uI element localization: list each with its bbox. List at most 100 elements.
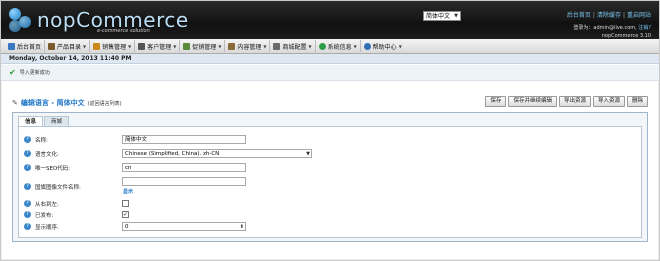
- help-icon[interactable]: ?: [24, 183, 31, 190]
- link-admin-home[interactable]: 后台首页: [567, 12, 591, 19]
- link-separator: |: [592, 12, 595, 19]
- chevron-down-icon: ▼: [218, 43, 222, 49]
- menu-item-label: 销售管理: [102, 43, 127, 51]
- sales-icon: [93, 42, 101, 50]
- logout-link[interactable]: 注销?: [638, 25, 651, 31]
- help-icon[interactable]: ?: [24, 150, 31, 157]
- field-label: 从右到左:: [35, 201, 59, 208]
- form-row-flag: ? 国旗图像文件名称:: [24, 181, 81, 192]
- success-notice: ✔ 导入更新成功: [1, 65, 659, 81]
- date-bar: Monday, October 14, 2013 11:40 PM: [1, 54, 659, 64]
- save-continue-button[interactable]: 保存并继续编辑: [508, 96, 557, 107]
- stepper-arrows-icon[interactable]: ⬍: [240, 223, 244, 231]
- help-icon[interactable]: ?: [24, 200, 31, 207]
- tab-info[interactable]: 信息: [18, 116, 44, 126]
- login-info: 登录为：admin@live.com, 注销?: [573, 25, 651, 31]
- field-label: 已发布:: [35, 212, 54, 219]
- import-resources-button[interactable]: 导入资源: [592, 96, 625, 107]
- language-select-value: 简体中文: [426, 13, 451, 20]
- menu-item-dashboard[interactable]: 后台首页: [5, 40, 46, 52]
- chevron-down-icon: ▼: [263, 43, 267, 49]
- menu-item-label: 后台首页: [17, 43, 42, 51]
- culture-select-value: Chinese (Simplified, China). zh-CN: [125, 151, 220, 157]
- field-label: 名称:: [35, 137, 48, 144]
- export-resources-button[interactable]: 导出资源: [558, 96, 591, 107]
- link-clear-cache[interactable]: 清除缓存: [597, 12, 621, 19]
- menu-item-customers[interactable]: 客户管理 ▼: [135, 40, 181, 52]
- chevron-down-icon: ▼: [306, 151, 310, 157]
- display-order-stepper[interactable]: 0 ⬍: [122, 222, 246, 231]
- tab-stores[interactable]: 商城: [44, 116, 70, 126]
- display-order-value: 0: [125, 224, 129, 230]
- edit-icon: ✎: [12, 99, 18, 107]
- tab-strip: 信息 商城: [18, 116, 70, 126]
- name-field[interactable]: 简体中文: [122, 135, 246, 144]
- menu-item-label: 商城配置: [282, 43, 307, 51]
- menu-item-label: 产品目录: [57, 43, 82, 51]
- content-icon: [228, 42, 236, 50]
- chevron-down-icon: ▼: [454, 13, 458, 19]
- header: nopCommerce e-commerce solution 简体中文 ▼ 后…: [1, 1, 659, 39]
- menu-item-help[interactable]: 帮助中心 ▼: [361, 40, 405, 52]
- published-checkbox[interactable]: ✓: [122, 211, 129, 218]
- show-flags-link[interactable]: 显示: [123, 188, 133, 195]
- form-row-name: ? 名称:: [24, 134, 48, 145]
- back-to-list-link[interactable]: (返回语言列表): [88, 100, 122, 107]
- chevron-down-icon: ▼: [353, 43, 357, 49]
- chevron-down-icon: ▼: [128, 43, 132, 49]
- logo-subtitle: e-commerce solution: [97, 28, 150, 34]
- menu-item-label: 内容管理: [237, 43, 262, 51]
- page-title-row: ✎ 编辑语言 - 简体中文 (返回语言列表) 保存 保存并继续编辑 导出资源 导…: [12, 96, 648, 110]
- chevron-down-icon: ▼: [398, 43, 402, 49]
- main-menu: 后台首页 产品目录 ▼ 销售管理 ▼ 客户管理 ▼ 促销管理 ▼ 内容管理 ▼ …: [1, 39, 659, 54]
- flag-filename-field[interactable]: [122, 177, 246, 186]
- help-icon: [363, 42, 371, 50]
- field-label: 国旗图像文件名称:: [35, 184, 81, 191]
- menu-item-configuration[interactable]: 商城配置 ▼: [270, 40, 316, 52]
- menu-item-catalog[interactable]: 产品目录 ▼: [45, 40, 91, 52]
- help-icon[interactable]: ?: [24, 223, 31, 230]
- customers-icon: [138, 42, 146, 50]
- seo-code-field[interactable]: cn: [122, 163, 246, 172]
- login-prefix: 登录为：: [573, 25, 594, 31]
- link-restart-site[interactable]: 重启网站: [627, 12, 651, 19]
- help-icon[interactable]: ?: [24, 164, 31, 171]
- rtl-checkbox[interactable]: [122, 200, 129, 207]
- link-separator: |: [622, 12, 625, 19]
- menu-item-label: 系统信息: [327, 43, 352, 51]
- help-icon[interactable]: ?: [24, 136, 31, 143]
- delete-button[interactable]: 删除: [626, 96, 648, 107]
- menu-item-label: 促销管理: [192, 43, 217, 51]
- config-icon: [273, 42, 281, 50]
- menu-item-system[interactable]: 系统信息 ▼: [316, 40, 361, 52]
- form-row-culture: ? 语言文化:: [24, 148, 59, 159]
- menu-item-label: 帮助中心: [372, 43, 397, 51]
- menu-item-sales[interactable]: 销售管理 ▼: [90, 40, 136, 52]
- language-select[interactable]: 简体中文 ▼: [423, 11, 461, 21]
- menu-item-promotions[interactable]: 促销管理 ▼: [180, 40, 226, 52]
- promotions-icon: [183, 42, 191, 50]
- page-title: 编辑语言 - 简体中文: [20, 99, 85, 107]
- form-row-rtl: ? 从右到左:: [24, 198, 59, 209]
- culture-select[interactable]: Chinese (Simplified, China). zh-CN ▼: [122, 149, 312, 158]
- tab-content: ? 名称: 简体中文 ? 语言文化: Chinese (Simplified, …: [18, 126, 642, 238]
- field-label: 显示顺序:: [35, 224, 59, 231]
- field-label: 语言文化:: [35, 151, 59, 158]
- chevron-down-icon: ▼: [308, 43, 312, 49]
- action-buttons: 保存 保存并继续编辑 导出资源 导入资源 删除: [485, 96, 648, 107]
- chevron-down-icon: ▼: [173, 43, 177, 49]
- top-links: 后台首页 | 清除缓存 | 重启网站: [565, 10, 651, 19]
- field-label: 唯一SEO代码:: [35, 165, 71, 172]
- save-button[interactable]: 保存: [485, 96, 507, 107]
- form-row-published: ? 已发布:: [24, 209, 53, 220]
- edit-panel: 信息 商城 ? 名称: 简体中文 ? 语言文化: Chinese (Simpli…: [12, 112, 648, 242]
- menu-item-content[interactable]: 内容管理 ▼: [225, 40, 271, 52]
- help-icon[interactable]: ?: [24, 211, 31, 218]
- catalog-icon: [48, 42, 56, 50]
- home-icon: [8, 42, 15, 50]
- logo-icon: [7, 6, 39, 34]
- form-row-display-order: ? 显示顺序:: [24, 221, 59, 232]
- checkmark-icon: ✔: [9, 68, 16, 77]
- login-email: admin@live.com: [593, 25, 636, 31]
- menu-item-label: 客户管理: [147, 43, 172, 51]
